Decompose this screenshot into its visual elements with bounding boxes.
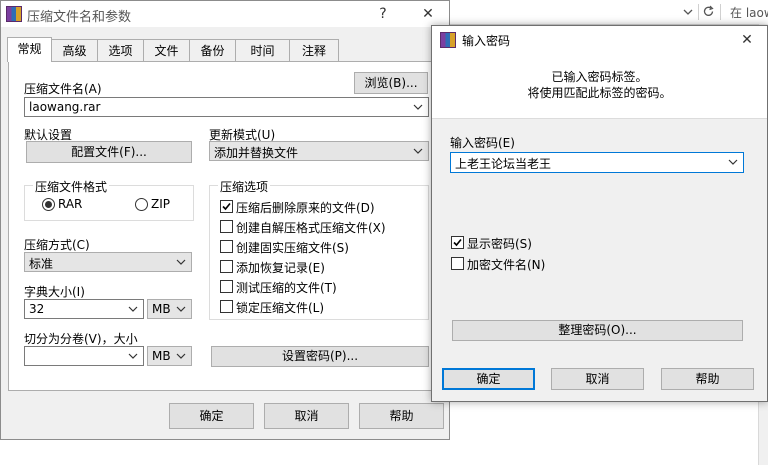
dict-unit-value: MB: [152, 302, 171, 316]
sfx-label: 创建自解压格式压缩文件(X): [236, 221, 386, 235]
dict-size-combo[interactable]: 32: [24, 299, 144, 319]
split-unit-select[interactable]: MB: [147, 346, 192, 366]
chevron-down-icon: [413, 104, 423, 110]
browser-search-box[interactable]: 在 laow: [730, 4, 768, 21]
tab-comment[interactable]: 注释: [289, 39, 339, 61]
solid-label: 创建固实压缩文件(S): [236, 241, 349, 255]
password-help-button[interactable]: 帮助: [661, 368, 754, 390]
tab-options[interactable]: 选项: [97, 39, 144, 61]
encrypt-names-label: 加密文件名(N): [467, 258, 546, 272]
browse-button[interactable]: 浏览(B)...: [354, 72, 428, 94]
password-value: 上老王论坛当老王: [455, 157, 552, 171]
winrar-icon: [440, 32, 456, 48]
recovery-checkbox[interactable]: [220, 260, 233, 273]
sfx-checkbox[interactable]: [220, 220, 233, 233]
delete-after-label: 压缩后删除原来的文件(D): [236, 201, 375, 215]
solid-checkbox[interactable]: [220, 240, 233, 253]
password-info-area: 已输入密码标签。 将使用匹配此标签的密码。: [432, 54, 767, 119]
background-browser-bar: 在 laow: [450, 0, 768, 25]
archive-name-combo[interactable]: laowang.rar: [24, 97, 429, 117]
info-line-2: 将使用匹配此标签的密码。: [527, 86, 672, 100]
info-line-1: 已输入密码标签。: [551, 70, 648, 84]
format-zip-radio[interactable]: [135, 198, 148, 211]
organize-passwords-button[interactable]: 整理密码(O)...: [452, 320, 743, 341]
set-password-button[interactable]: 设置密码(P)...: [211, 346, 429, 367]
test-checkbox[interactable]: [220, 280, 233, 293]
password-close-button[interactable]: ✕: [732, 28, 762, 52]
password-dialog-title: 输入密码: [462, 34, 511, 48]
archive-name-label: 压缩文件名(A): [24, 82, 102, 96]
test-label: 测试压缩的文件(T): [236, 281, 337, 295]
split-size-combo[interactable]: [24, 346, 144, 366]
winrar-icon: [6, 6, 22, 22]
format-rar-label: RAR: [58, 197, 83, 211]
archive-format-group: 压缩文件格式 RAR ZIP: [24, 178, 194, 221]
lock-label: 锁定压缩文件(L): [236, 301, 325, 315]
checkmark-icon: [222, 202, 231, 211]
chevron-down-icon: [413, 148, 423, 154]
chevron-down-icon: [176, 306, 186, 312]
method-label: 压缩方式(C): [24, 238, 90, 252]
password-title-bar: 输入密码 ✕: [432, 26, 767, 54]
format-rar-radio[interactable]: [42, 198, 55, 211]
chevron-down-icon: [176, 259, 186, 265]
chevron-down-icon: [176, 353, 186, 359]
show-password-label: 显示密码(S): [467, 237, 532, 251]
password-combo[interactable]: 上老王论坛当老王: [450, 152, 744, 173]
lock-checkbox[interactable]: [220, 300, 233, 313]
archive-name-value: laowang.rar: [29, 100, 101, 114]
tab-time[interactable]: 时间: [235, 39, 290, 61]
cancel-button[interactable]: 取消: [264, 403, 349, 429]
split-label: 切分为分卷(V)，大小: [24, 332, 138, 346]
chevron-down-icon[interactable]: [682, 6, 694, 18]
encrypt-names-checkbox[interactable]: [451, 257, 464, 270]
show-password-checkbox[interactable]: [451, 236, 464, 249]
checkmark-icon: [453, 238, 462, 247]
recovery-label: 添加恢复记录(E): [236, 261, 325, 275]
title-bar: 压缩文件名和参数 ? ✕: [1, 1, 449, 27]
help-button[interactable]: 帮助: [359, 403, 444, 429]
chevron-down-icon: [128, 306, 138, 312]
chevron-down-icon: [128, 353, 138, 359]
method-select[interactable]: 标准: [24, 252, 192, 272]
update-mode-value: 添加并替换文件: [214, 146, 299, 160]
dict-unit-select[interactable]: MB: [147, 299, 192, 319]
archive-format-title: 压缩文件格式: [33, 178, 110, 195]
password-cancel-button[interactable]: 取消: [551, 368, 644, 390]
ok-button[interactable]: 确定: [169, 403, 254, 429]
help-title-button[interactable]: ?: [368, 2, 398, 26]
archive-settings-dialog: 压缩文件名和参数 ? ✕ 常规 高级 选项 文件 备份 时间 注释 压缩文件名(…: [0, 0, 450, 440]
refresh-icon[interactable]: [702, 5, 715, 18]
chevron-down-icon: [728, 159, 738, 165]
tab-general[interactable]: 常规: [7, 37, 52, 62]
compression-options-group: 压缩选项 压缩后删除原来的文件(D) 创建自解压格式压缩文件(X) 创建固实压缩…: [209, 178, 429, 320]
tab-advanced[interactable]: 高级: [51, 39, 98, 61]
general-tab-page: 压缩文件名(A) 浏览(B)... laowang.rar 默认设置 配置文件(…: [8, 61, 445, 391]
password-label: 输入密码(E): [450, 136, 515, 150]
update-mode-select[interactable]: 添加并替换文件: [209, 141, 429, 161]
dict-label: 字典大小(I): [24, 285, 85, 299]
dict-size-value: 32: [29, 302, 45, 316]
tab-backup[interactable]: 备份: [189, 39, 236, 61]
format-zip-label: ZIP: [151, 197, 170, 211]
password-ok-button[interactable]: 确定: [442, 368, 535, 390]
tab-files[interactable]: 文件: [143, 39, 190, 61]
compression-options-title: 压缩选项: [218, 178, 271, 195]
window-title: 压缩文件名和参数: [27, 10, 132, 25]
profile-button[interactable]: 配置文件(F)...: [26, 141, 192, 163]
password-dialog: 输入密码 ✕ 已输入密码标签。 将使用匹配此标签的密码。 输入密码(E) 上老王…: [431, 25, 768, 402]
delete-after-checkbox[interactable]: [220, 200, 233, 213]
method-value: 标准: [29, 257, 54, 271]
close-button[interactable]: ✕: [413, 2, 443, 26]
split-unit-value: MB: [152, 349, 171, 363]
